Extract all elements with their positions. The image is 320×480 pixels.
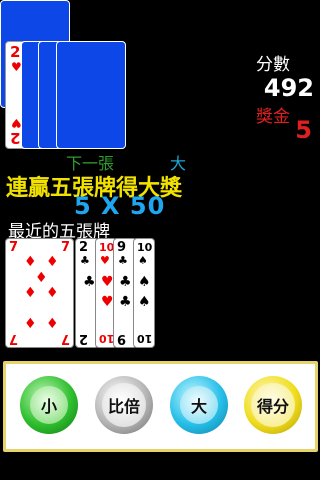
card-back-top xyxy=(56,41,126,149)
diamond-icon: ♦ xyxy=(24,285,37,301)
spade-icon: ♠ xyxy=(138,294,151,310)
recent-card-rank: 7 xyxy=(60,240,70,255)
recent-card-rank: 9 xyxy=(117,331,127,346)
score-button[interactable]: 得分 xyxy=(244,376,302,434)
score-value: 492 xyxy=(263,74,314,102)
payout-multiplier: 5 X 50 xyxy=(74,192,166,220)
club-icon: ♣ xyxy=(80,254,90,267)
club-icon: ♣ xyxy=(119,274,132,290)
spade-icon: ♠ xyxy=(138,254,148,267)
diamond-icon: ♦ xyxy=(24,316,37,332)
score-label: 分數 xyxy=(256,55,290,75)
diamond-icon: ♦ xyxy=(46,285,59,301)
current-card-rank-bottom: 2 xyxy=(10,129,21,147)
recent-card-rank: 2 xyxy=(79,240,89,255)
diamond-icon: ♦ xyxy=(46,316,59,332)
control-panel: 小 比倍 大 得分 xyxy=(3,361,318,452)
heart-icon: ♥ xyxy=(101,294,114,310)
diamond-icon: ♦ xyxy=(24,254,37,270)
recent-card-rank: 2 xyxy=(79,331,89,346)
recent-card-rank: 10 xyxy=(137,241,153,254)
recent-card-rank: 7 xyxy=(9,331,19,346)
recent-card-rank: 10 xyxy=(137,332,153,345)
current-card-rank: 2 xyxy=(10,43,21,61)
club-icon: ♣ xyxy=(119,294,132,310)
bonus-label: 獎金 xyxy=(256,107,290,127)
small-button-label: 小 xyxy=(40,397,57,416)
recent-card: 10 ♠ ♠ ♠ 10 xyxy=(133,238,155,348)
big-button[interactable]: 大 xyxy=(170,376,228,434)
heart-icon: ♥ xyxy=(101,274,114,290)
recent-card-rank: 7 xyxy=(9,240,19,255)
club-icon: ♣ xyxy=(83,274,96,290)
diamond-icon: ♦ xyxy=(35,270,48,286)
small-button[interactable]: 小 xyxy=(20,376,78,434)
recent-card: 7 7 ♦ ♦ ♦ ♦ ♦ ♦ ♦ 7 7 xyxy=(5,238,74,348)
big-button-label: 大 xyxy=(190,397,207,416)
double-button-label: 比倍 xyxy=(107,397,140,416)
heart-icon: ♥ xyxy=(100,254,110,267)
diamond-icon: ♦ xyxy=(46,254,59,270)
club-icon: ♣ xyxy=(118,254,128,267)
spade-icon: ♠ xyxy=(138,274,151,290)
score-button-label: 得分 xyxy=(256,397,289,416)
recent-card-rank: 9 xyxy=(117,240,127,255)
double-button[interactable]: 比倍 xyxy=(95,376,153,434)
bonus-value: 5 xyxy=(295,116,312,144)
recent-card-rank: 7 xyxy=(60,331,70,346)
